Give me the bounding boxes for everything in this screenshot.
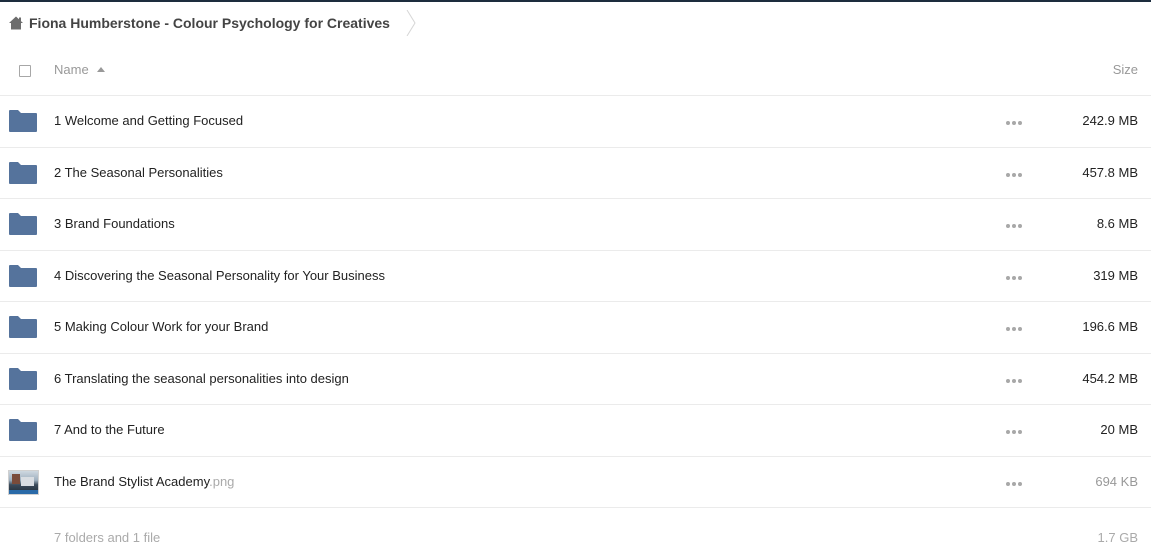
item-size: 20 MB: [1100, 422, 1138, 437]
item-size: 319 MB: [1093, 267, 1138, 283]
list-summary: 7 folders and 1 file 1.7 GB: [0, 526, 1151, 550]
more-options-icon[interactable]: [1006, 481, 1022, 486]
more-options-icon[interactable]: [1006, 224, 1022, 228]
select-all-checkbox[interactable]: [19, 65, 31, 77]
item-size: 242.9 MB: [1082, 113, 1138, 128]
item-name[interactable]: 6 Translating the seasonal personalities…: [54, 371, 349, 386]
breadcrumb: Fiona Humberstone - Colour Psychology fo…: [8, 10, 416, 36]
home-icon[interactable]: [8, 15, 24, 31]
folder-icon: [9, 419, 37, 441]
item-name-text: 7 And to the Future: [54, 422, 165, 437]
item-size: 8.6 MB: [1096, 216, 1138, 231]
folder-icon: [9, 367, 37, 390]
item-name[interactable]: The Brand Stylist Academy.png: [54, 474, 234, 489]
breadcrumb-separator-icon: [406, 10, 416, 36]
list-item[interactable]: 5 Making Colour Work for your Brand 196.…: [0, 302, 1151, 354]
name-column-header[interactable]: Name: [54, 62, 105, 77]
more-options-icon[interactable]: [1006, 121, 1022, 125]
more-options-icon[interactable]: [1006, 275, 1022, 280]
list-item[interactable]: 2 The Seasonal Personalities 457.8 MB: [0, 148, 1151, 199]
top-border: [0, 0, 1151, 2]
summary-total-size: 1.7 GB: [1097, 530, 1138, 545]
list-item[interactable]: 3 Brand Foundations 8.6 MB: [0, 199, 1151, 251]
folder-icon: [9, 161, 37, 184]
item-name-text: 1 Welcome and Getting Focused: [54, 113, 244, 128]
item-name-text: 6 Translating the seasonal personalities…: [54, 370, 349, 386]
item-size: 694 KB: [1095, 473, 1138, 489]
item-name-text: 5 Making Colour Work for your Brand: [54, 319, 269, 334]
item-name[interactable]: 3 Brand Foundations: [54, 216, 175, 231]
list-item[interactable]: 7 And to the Future 20 MB: [0, 405, 1151, 457]
item-size: 454.2 MB: [1082, 370, 1138, 386]
more-options-icon[interactable]: [1006, 172, 1022, 177]
more-options-icon[interactable]: [1006, 327, 1022, 331]
item-name[interactable]: 2 The Seasonal Personalities: [54, 165, 223, 180]
summary-count: 7 folders and 1 file: [54, 530, 161, 545]
file-list: 1 Welcome and Getting Focused 242.9 MB 2…: [0, 96, 1151, 508]
list-item[interactable]: 6 Translating the seasonal personalities…: [0, 354, 1151, 405]
size-column-header[interactable]: Size: [1113, 62, 1138, 77]
image-thumbnail-icon: [8, 469, 39, 495]
list-item[interactable]: 4 Discovering the Seasonal Personality f…: [0, 251, 1151, 302]
folder-icon: [9, 110, 37, 132]
folder-icon: [9, 316, 37, 338]
name-column-label: Name: [54, 62, 89, 77]
sort-ascending-icon: [96, 67, 105, 72]
more-options-icon[interactable]: [1006, 430, 1022, 434]
item-name[interactable]: 5 Making Colour Work for your Brand: [54, 319, 268, 334]
item-extension: .png: [209, 473, 235, 489]
folder-icon: [9, 213, 37, 235]
item-name-text: 4 Discovering the Seasonal Personality f…: [54, 267, 385, 283]
item-name[interactable]: 4 Discovering the Seasonal Personality f…: [54, 268, 385, 283]
more-options-icon[interactable]: [1006, 378, 1022, 383]
item-name-text: 2 The Seasonal Personalities: [54, 164, 223, 180]
list-item[interactable]: The Brand Stylist Academy.png 694 KB: [0, 457, 1151, 508]
item-name[interactable]: 7 And to the Future: [54, 422, 165, 437]
item-size: 196.6 MB: [1082, 319, 1138, 334]
folder-icon: [9, 264, 37, 287]
list-header: Name Size: [0, 45, 1151, 96]
breadcrumb-current[interactable]: Fiona Humberstone - Colour Psychology fo…: [29, 15, 390, 31]
item-name-text: 3 Brand Foundations: [54, 216, 175, 231]
list-item[interactable]: 1 Welcome and Getting Focused 242.9 MB: [0, 96, 1151, 148]
item-size: 457.8 MB: [1082, 164, 1138, 180]
item-name[interactable]: 1 Welcome and Getting Focused: [54, 113, 243, 128]
item-name-text: The Brand Stylist Academy: [54, 473, 210, 489]
